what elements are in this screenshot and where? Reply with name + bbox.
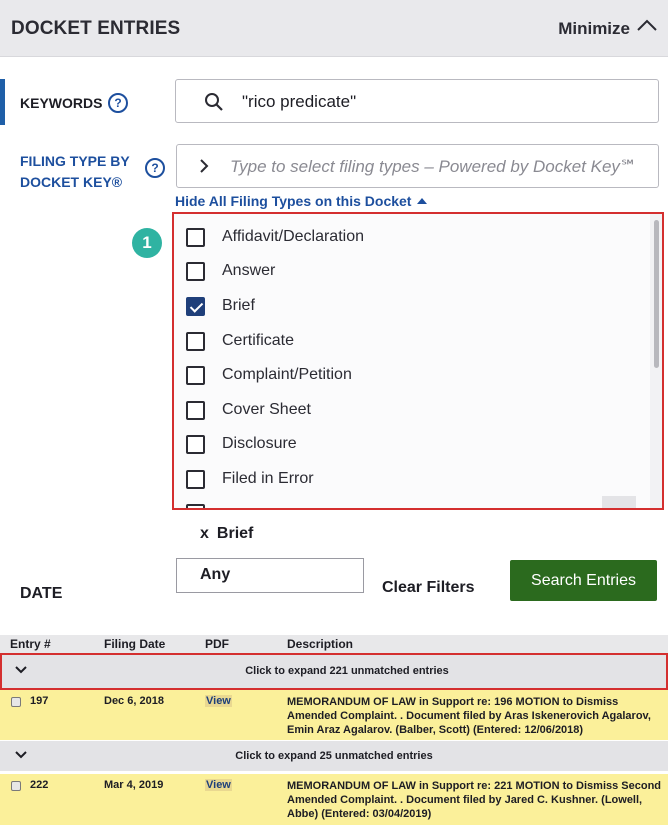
filing-date: Mar 4, 2019 (104, 779, 164, 791)
hide-filing-types-label: Hide All Filing Types on this Docket (175, 193, 412, 209)
entry-number: 197 (30, 695, 49, 707)
filing-date: Dec 6, 2018 (104, 695, 164, 707)
keywords-help-icon[interactable]: ? (108, 93, 128, 113)
row-checkbox[interactable] (11, 697, 21, 707)
expand-label: Click to expand 25 unmatched entries (235, 750, 433, 762)
filing-type-label: FILING TYPE BY DOCKET KEY® (20, 153, 130, 190)
chevron-right-icon (200, 159, 209, 173)
column-header-entry: Entry # (10, 637, 51, 651)
keywords-label: KEYWORDS (20, 95, 103, 111)
step-badge: 1 (132, 228, 162, 258)
hide-filing-types-link[interactable]: Hide All Filing Types on this Docket (175, 193, 428, 209)
remove-chip-icon[interactable]: x (200, 525, 209, 542)
keywords-search-input[interactable]: "rico predicate" (175, 79, 659, 123)
chip-label: Brief (216, 525, 254, 542)
filing-type-help-icon[interactable]: ? (145, 158, 165, 178)
filing-type-input[interactable]: Type to select filing types – Powered by… (176, 144, 659, 188)
highlight-box-expand-row (0, 653, 668, 690)
entry-number: 222 (30, 779, 49, 791)
selected-filter-chip[interactable]: x Brief (200, 525, 253, 543)
keywords-value: "rico predicate" (242, 92, 357, 111)
date-select-value: Any (200, 566, 231, 583)
row-checkbox[interactable] (11, 781, 21, 791)
column-header-description: Description (287, 637, 354, 651)
minimize-button[interactable]: Minimize (558, 19, 630, 39)
view-pdf-link[interactable]: View (205, 695, 232, 707)
entry-description: MEMORANDUM OF LAW in Support re: 221 MOT… (287, 780, 662, 820)
chevron-up-icon[interactable] (636, 15, 658, 37)
caret-up-icon (417, 198, 428, 204)
panel-title: DOCKET ENTRIES (11, 18, 181, 39)
date-select[interactable]: Any (176, 558, 364, 593)
column-header-pdf: PDF (205, 637, 229, 651)
date-label: DATE (20, 585, 63, 602)
active-section-indicator (0, 79, 5, 125)
table-row[interactable]: 197 Dec 6, 2018 View MEMORANDUM OF LAW i… (0, 690, 668, 740)
docket-entries-header: DOCKET ENTRIES Minimize (0, 0, 668, 57)
filing-type-placeholder: Type to select filing types – Powered by… (230, 157, 638, 176)
clear-filters-button[interactable]: Clear Filters (382, 579, 474, 597)
column-header-filing-date: Filing Date (104, 637, 166, 651)
expand-unmatched-entries-row[interactable]: Click to expand 25 unmatched entries (0, 741, 668, 771)
search-entries-button[interactable]: Search Entries (510, 560, 657, 601)
view-pdf-link[interactable]: View (205, 779, 232, 791)
search-icon (205, 93, 223, 111)
table-row[interactable]: 222 Mar 4, 2019 View MEMORANDUM OF LAW i… (0, 774, 668, 825)
table-header: Entry # Filing Date PDF Description (0, 635, 668, 653)
entry-description: MEMORANDUM OF LAW in Support re: 196 MOT… (287, 696, 651, 736)
highlight-box-filing-types (172, 212, 664, 510)
